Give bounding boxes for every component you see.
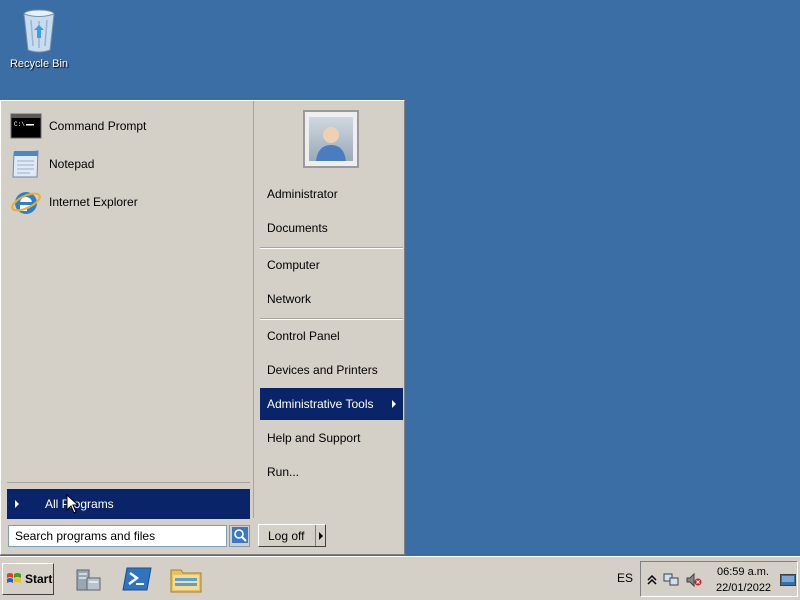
taskbar: Start ES 06:59 a.m. 22/01/2022 (0, 556, 800, 600)
menu-item-label: Devices and Printers (267, 363, 378, 377)
show-hidden-icons-icon[interactable] (644, 572, 660, 588)
divider (315, 525, 316, 546)
menu-item-label: Administrator (267, 187, 338, 201)
menu-item-run[interactable]: Run... (260, 456, 403, 488)
powershell-icon[interactable] (121, 563, 153, 595)
clock-time[interactable]: 06:59 a.m. (717, 566, 769, 578)
program-internet-explorer[interactable]: Internet Explorer (9, 184, 249, 220)
network-icon[interactable] (663, 572, 679, 588)
menu-item-devices-and-printers[interactable]: Devices and Printers (260, 354, 403, 386)
start-label: Start (25, 572, 53, 586)
menu-item-label: Computer (267, 258, 320, 272)
menu-item-network[interactable]: Network (260, 283, 403, 315)
search-icon (231, 526, 248, 546)
divider (7, 482, 250, 483)
show-desktop-icon[interactable] (780, 574, 796, 586)
program-notepad[interactable]: Notepad (9, 146, 249, 182)
menu-item-computer[interactable]: Computer (260, 249, 403, 281)
start-button[interactable]: Start (2, 563, 54, 595)
program-command-prompt[interactable]: C:\ Command Prompt (9, 108, 249, 144)
menu-item-label: Control Panel (267, 329, 340, 343)
recycle-bin-desktop-icon[interactable]: Recycle Bin (6, 6, 72, 70)
windows-flag-icon (6, 572, 22, 586)
menu-item-label: Network (267, 292, 312, 306)
start-menu: C:\ Command Prompt Notepad Internet Expl… (0, 100, 405, 555)
log-off-button[interactable]: Log off (258, 524, 326, 547)
chevron-right-icon (15, 500, 19, 508)
notification-area: 06:59 a.m. 22/01/2022 (640, 561, 798, 597)
log-off-label: Log off (268, 528, 305, 543)
mouse-cursor-icon (66, 493, 80, 514)
menu-item-label: Documents (267, 221, 328, 235)
search-input[interactable]: Search programs and files (8, 525, 227, 547)
language-indicator[interactable]: ES (617, 571, 633, 585)
volume-muted-icon[interactable] (686, 572, 702, 588)
menu-item-documents[interactable]: Documents (260, 212, 403, 244)
clock-date[interactable]: 22/01/2022 (716, 582, 771, 594)
menu-item-administrative-tools[interactable]: Administrative Tools (260, 388, 403, 420)
explorer-folder-icon[interactable] (170, 563, 202, 595)
menu-item-label: Administrative Tools (267, 397, 374, 411)
start-menu-programs-panel: C:\ Command Prompt Notepad Internet Expl… (1, 101, 254, 519)
internet-explorer-icon (9, 186, 43, 218)
menu-item-label: Run... (267, 465, 300, 479)
chevron-right-icon (392, 400, 396, 408)
program-label: Command Prompt (49, 119, 147, 133)
user-icon (309, 117, 353, 161)
svg-text:C:\: C:\ (14, 121, 25, 128)
all-programs-button[interactable]: All Programs (7, 489, 250, 519)
recycle-bin-icon (19, 6, 59, 54)
user-avatar[interactable] (303, 110, 359, 168)
program-label: Notepad (49, 157, 95, 171)
command-prompt-icon: C:\ (9, 110, 43, 142)
recycle-bin-label: Recycle Bin (9, 58, 69, 70)
shutdown-options-arrow-icon[interactable] (319, 531, 323, 540)
menu-item-administrator[interactable]: Administrator (260, 178, 403, 210)
menu-item-label: Help and Support (267, 431, 361, 445)
menu-item-help-and-support[interactable]: Help and Support (260, 422, 403, 454)
notepad-icon (9, 148, 43, 180)
program-label: Internet Explorer (49, 195, 138, 209)
menu-item-control-panel[interactable]: Control Panel (260, 320, 403, 352)
server-manager-icon[interactable] (72, 563, 104, 595)
search-button[interactable] (229, 525, 250, 547)
start-menu-places-panel: Administrator Documents Computer Network… (255, 101, 405, 518)
